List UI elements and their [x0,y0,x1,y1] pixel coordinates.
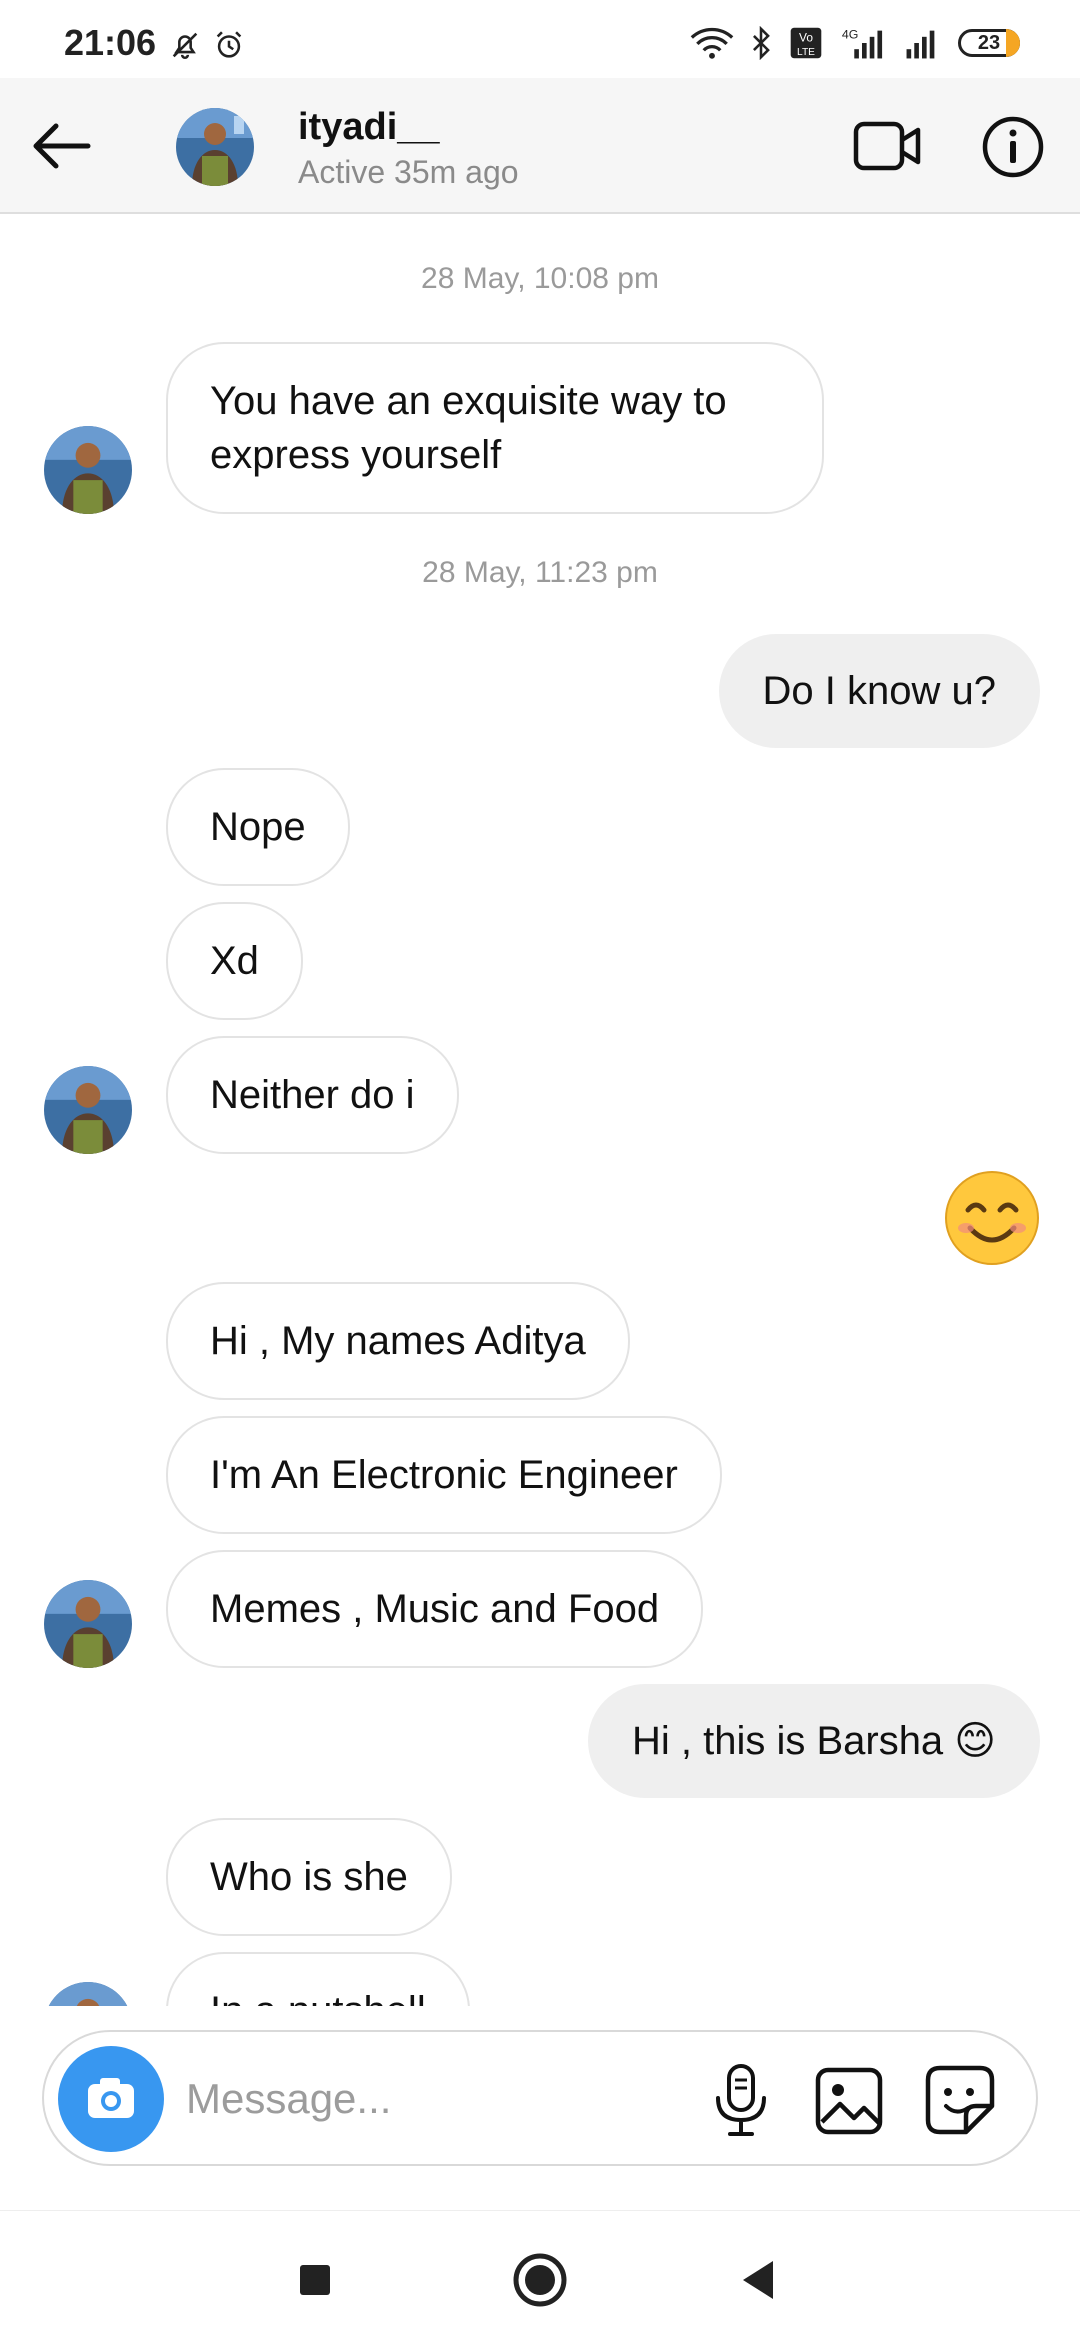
info-icon [982,116,1044,178]
info-button[interactable] [980,114,1046,180]
outgoing-message[interactable]: Hi , this is Barsha 😊 [587,1684,1040,1798]
gallery-icon [815,2067,883,2135]
status-bar: 21:06 Vo LTE 4G 23 [0,0,1080,78]
sender-avatar[interactable] [44,1580,132,1668]
gallery-button[interactable] [814,2066,884,2136]
signal-icon [906,30,935,59]
video-call-button[interactable] [852,116,924,176]
status-left-icons [168,28,246,62]
back-nav-button[interactable] [725,2245,795,2315]
outgoing-message[interactable]: Do I know u? [718,634,1040,748]
profile-photo [176,108,254,186]
profile-photo [44,1066,132,1154]
incoming-message[interactable]: Neither do i [166,1036,459,1154]
avatar[interactable] [176,108,254,186]
svg-text:LTE: LTE [797,47,815,58]
mute-bell-icon [172,32,198,59]
video-call-icon [853,121,921,171]
profile-photo [44,1580,132,1668]
home-button[interactable] [505,2245,575,2315]
sender-avatar[interactable] [44,1982,132,2006]
message-input[interactable] [184,2066,708,2132]
battery-level: 23 [977,32,1001,54]
wifi-icon [690,27,734,59]
sender-avatar[interactable] [44,426,132,514]
system-navigation-bar [0,2210,1080,2341]
incoming-message[interactable]: I'm An Electronic Engineer [166,1416,722,1534]
incoming-message[interactable]: Nope [166,768,350,886]
outgoing-emoji-message[interactable] [944,1170,1040,1266]
incoming-message[interactable]: Hi , My names Aditya [166,1282,630,1400]
volte-icon: Vo LTE [790,27,822,59]
svg-text:4G: 4G [842,27,859,41]
microphone-icon [716,2064,766,2136]
sender-avatar[interactable] [44,1066,132,1154]
incoming-message[interactable]: In a nutshell [166,1952,470,2006]
home-circle-icon [513,2253,567,2307]
timestamp: 28 May, 11:23 pm [422,556,658,589]
sticker-button[interactable] [924,2064,996,2136]
status-time: 21:06 [64,22,157,63]
incoming-message[interactable]: Who is she [166,1818,452,1936]
alarm-icon [216,31,242,58]
profile-photo [44,426,132,514]
contact-activity-status: Active 35m ago [298,154,519,190]
back-arrow-icon [33,123,91,169]
incoming-message[interactable]: Memes , Music and Food [166,1550,704,1668]
camera-icon [88,2078,134,2118]
recents-button[interactable] [280,2245,350,2315]
contact-name[interactable]: ityadi__ [298,106,440,149]
signal-4g-icon: 4G [842,27,883,59]
camera-button[interactable] [58,2046,164,2152]
back-button[interactable] [26,110,98,182]
smiling-face-emoji-icon [945,1171,1039,1265]
profile-photo [44,1982,132,2006]
status-right-icons: Vo LTE 4G 23 [690,26,1020,60]
sticker-icon [925,2065,995,2135]
battery-fill [1006,29,1020,57]
back-triangle-icon [743,2261,773,2299]
message-composer [42,2030,1038,2166]
chat-header: ityadi__ Active 35m ago [0,78,1080,214]
battery-icon: 23 [958,29,1020,57]
incoming-message[interactable]: You have an exquisite way to express you… [166,342,824,514]
voice-message-button[interactable] [708,2062,774,2138]
incoming-message[interactable]: Xd [166,902,303,1020]
bluetooth-icon [753,26,770,60]
recents-square-icon [300,2265,330,2295]
timestamp: 28 May, 10:08 pm [421,262,659,295]
svg-text:Vo: Vo [799,30,813,44]
message-list[interactable]: 28 May, 10:08 pm You have an exquisite w… [0,214,1080,2006]
